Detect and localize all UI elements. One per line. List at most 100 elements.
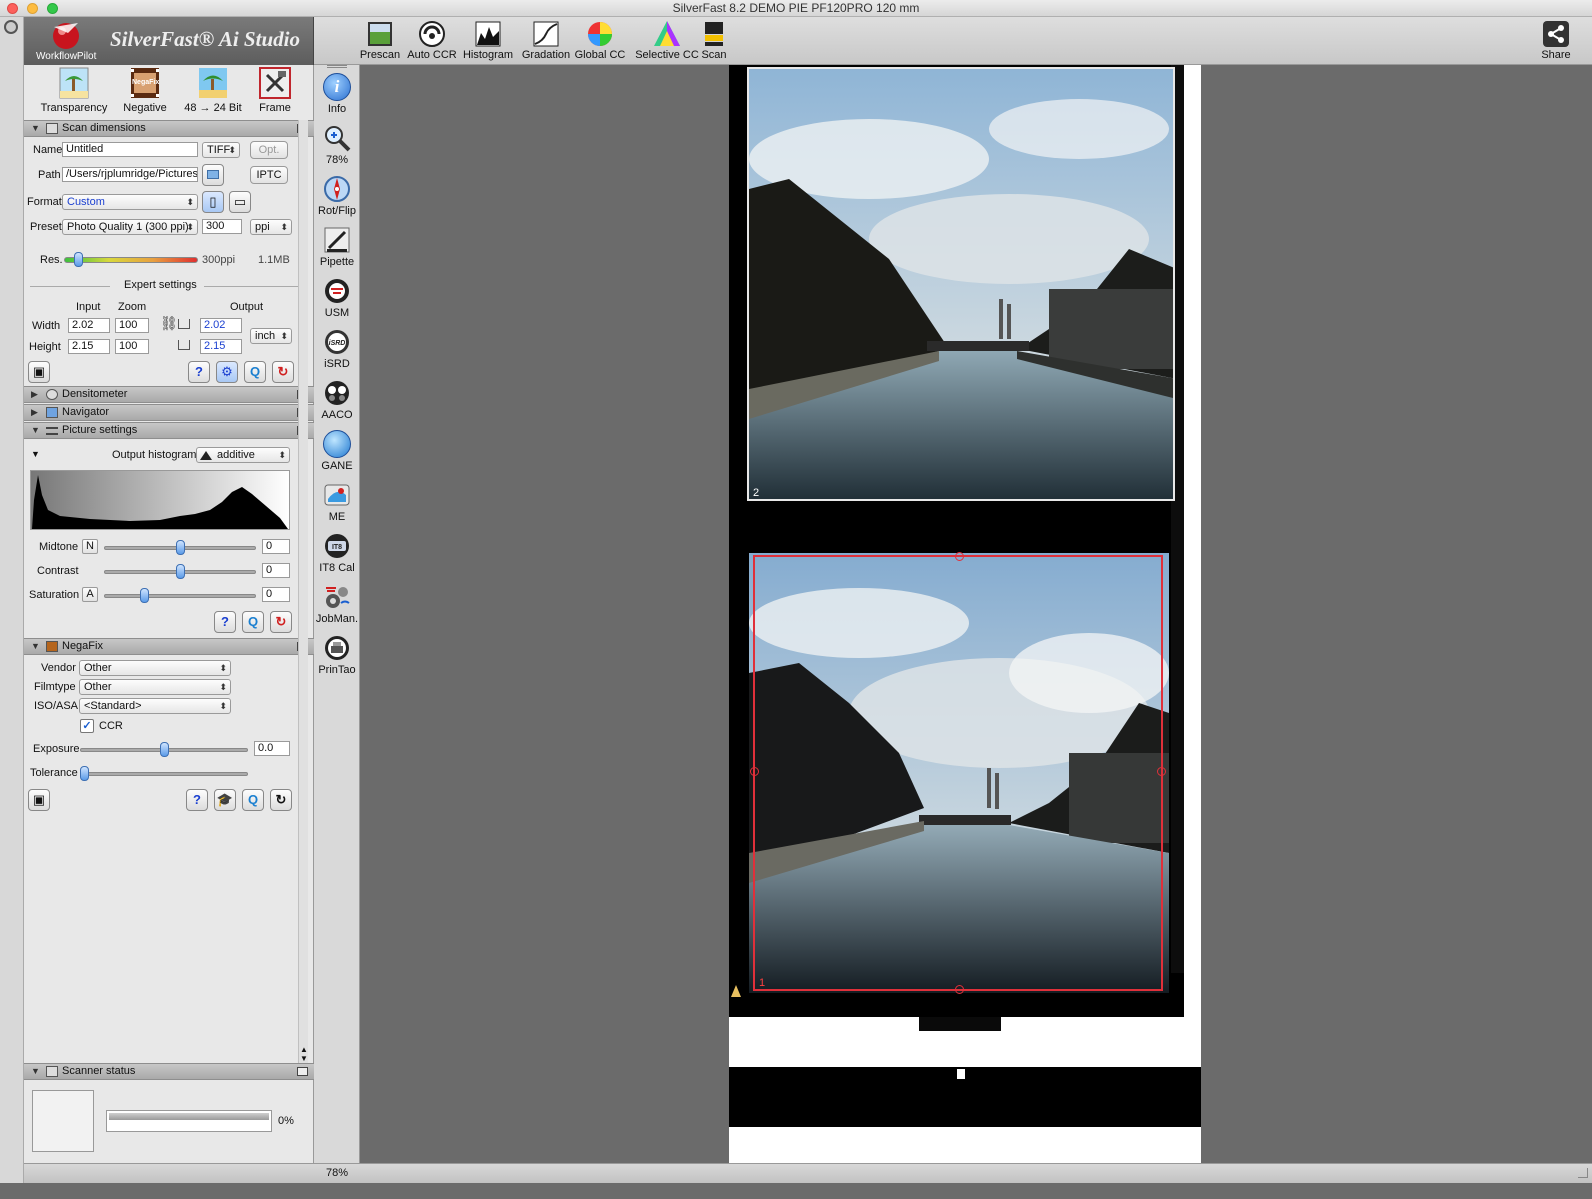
mode-bit-depth-button[interactable]: 48 → 24 Bit: [178, 67, 248, 114]
midtone-neutral-button[interactable]: N: [82, 539, 98, 554]
exposure-slider-knob[interactable]: [159, 742, 169, 757]
selection-handle[interactable]: [1157, 767, 1166, 776]
negafix-help-button[interactable]: ?: [186, 789, 208, 811]
contrast-value-input[interactable]: 0: [262, 563, 290, 578]
file-type-select[interactable]: TIFF: [202, 142, 240, 158]
toolbar-share-button[interactable]: Share: [1524, 19, 1588, 61]
scroll-arrows-icon[interactable]: ▲ ▼: [299, 1045, 309, 1063]
section-densitometer-header[interactable]: ▶ Densitometer: [24, 386, 314, 403]
selection-handle[interactable]: [955, 552, 964, 561]
folder-button[interactable]: [202, 164, 224, 186]
opt-button[interactable]: Opt.: [250, 141, 288, 159]
format-select[interactable]: Custom: [62, 194, 198, 210]
chain-link-icon[interactable]: ⛓: [160, 316, 178, 330]
settings-button[interactable]: ⚙: [216, 361, 238, 383]
unit-select[interactable]: inch: [250, 328, 292, 344]
ppi-input[interactable]: 300: [202, 219, 242, 234]
saturation-auto-button[interactable]: A: [82, 587, 98, 602]
frame-2-image[interactable]: 2: [747, 67, 1175, 501]
section-picture-settings-header[interactable]: ▼ Picture settings: [24, 422, 314, 439]
midtone-value-input[interactable]: 0: [262, 539, 290, 554]
portrait-orientation-button[interactable]: ▯: [202, 191, 224, 213]
picture-help-button[interactable]: ?: [214, 611, 236, 633]
preview-area[interactable]: 2 1: [361, 65, 1592, 1163]
iptc-button[interactable]: IPTC: [250, 166, 288, 184]
midtone-slider-knob[interactable]: [175, 540, 185, 555]
ppi-unit-select[interactable]: ppi: [250, 219, 292, 235]
saturation-slider-knob[interactable]: [139, 588, 149, 603]
reset-button[interactable]: ↻: [272, 361, 294, 383]
filmtype-select[interactable]: Other: [79, 679, 231, 695]
tool-isrd-button[interactable]: iSRD iSRD: [314, 328, 360, 370]
toolbar-histogram-button[interactable]: Histogram: [456, 19, 520, 61]
grip-handle[interactable]: [327, 65, 347, 68]
collapse-triangle-icon[interactable]: ▼: [31, 121, 40, 136]
selection-handle[interactable]: [750, 767, 759, 776]
histogram-options-triangle-icon[interactable]: ▼: [31, 449, 40, 459]
name-input[interactable]: Untitled: [62, 142, 198, 157]
picture-reset-button[interactable]: ↻: [270, 611, 292, 633]
tool-rotate-flip-button[interactable]: Rot/Flip: [314, 175, 360, 217]
toolbar-scan-button[interactable]: Scan: [682, 19, 746, 61]
tool-gane-button[interactable]: GANE: [314, 430, 360, 472]
toolbar-auto-ccr-button[interactable]: Auto CCR: [400, 19, 464, 61]
close-window-button[interactable]: [7, 3, 18, 14]
panel-scrollbar[interactable]: ▲ ▼: [298, 120, 308, 1065]
help-button[interactable]: ?: [188, 361, 210, 383]
ccr-checkbox[interactable]: ✓: [80, 719, 94, 733]
negafix-video-help-button[interactable]: Q: [242, 789, 264, 811]
mode-transparency-button[interactable]: Transparency: [38, 67, 110, 114]
landscape-orientation-button[interactable]: ▭: [229, 191, 251, 213]
tool-usm-button[interactable]: USM: [314, 277, 360, 319]
expand-triangle-icon[interactable]: ▶: [31, 387, 38, 402]
tool-zoom-button[interactable]: 78%: [314, 124, 360, 166]
section-scan-dimensions-header[interactable]: ▼ Scan dimensions: [24, 120, 314, 137]
section-negafix-header[interactable]: ▼ NegaFix: [24, 638, 314, 655]
expand-triangle-icon[interactable]: ▶: [31, 405, 38, 420]
vendor-select[interactable]: Other: [79, 660, 231, 676]
minimize-window-button[interactable]: [27, 3, 38, 14]
zoom-window-button[interactable]: [47, 3, 58, 14]
path-input[interactable]: /Users/rjplumridge/Pictures: [62, 167, 198, 182]
iso-asa-select[interactable]: <Standard>: [79, 698, 231, 714]
lock-width-icon[interactable]: [178, 319, 190, 329]
section-navigator-header[interactable]: ▶ Navigator: [24, 404, 314, 421]
height-input[interactable]: 2.15: [68, 339, 110, 354]
exposure-value-input[interactable]: 0.0: [254, 741, 290, 756]
resize-grip-icon[interactable]: [1578, 1168, 1588, 1178]
mode-negative-button[interactable]: NegaFix Negative: [114, 67, 176, 114]
section-scanner-status-header[interactable]: ▼ Scanner status: [24, 1063, 314, 1080]
height-output-input[interactable]: 2.15: [200, 339, 242, 354]
mode-frame-button[interactable]: Frame: [250, 67, 300, 114]
collapse-triangle-icon[interactable]: ▼: [31, 1064, 40, 1079]
tool-it8-cal-button[interactable]: IT8 IT8 Cal: [314, 532, 360, 574]
resolution-slider-track[interactable]: [64, 257, 198, 263]
width-output-input[interactable]: 2.02: [200, 318, 242, 333]
contrast-slider-knob[interactable]: [175, 564, 185, 579]
tolerance-slider-track[interactable]: [80, 772, 248, 776]
negafix-reset-button[interactable]: ↻: [270, 789, 292, 811]
tool-info-button[interactable]: i Info: [314, 73, 360, 115]
tool-printao-button[interactable]: PrinTao: [314, 634, 360, 676]
collapse-triangle-icon[interactable]: ▼: [31, 639, 40, 654]
negafix-save-button[interactable]: ▣: [28, 789, 50, 811]
workflow-pilot-icon[interactable]: [50, 19, 84, 51]
width-zoom-input[interactable]: 100: [115, 318, 149, 333]
tool-pipette-button[interactable]: Pipette: [314, 226, 360, 268]
save-settings-button[interactable]: ▣: [28, 361, 50, 383]
resolution-slider-knob[interactable]: [74, 252, 83, 267]
gear-icon[interactable]: [4, 20, 18, 34]
tool-jobman-button[interactable]: JobMan.: [314, 583, 360, 625]
lock-height-icon[interactable]: [178, 340, 190, 350]
saturation-slider-track[interactable]: [104, 594, 256, 598]
tool-me-button[interactable]: ME: [314, 481, 360, 523]
selection-frame[interactable]: 1: [750, 552, 1166, 994]
tolerance-slider-knob[interactable]: [80, 766, 89, 781]
saturation-value-input[interactable]: 0: [262, 587, 290, 602]
height-zoom-input[interactable]: 100: [115, 339, 149, 354]
width-input[interactable]: 2.02: [68, 318, 110, 333]
toolbar-global-cc-button[interactable]: Global CC: [568, 19, 632, 61]
collapse-triangle-icon[interactable]: ▼: [31, 423, 40, 438]
tool-aaco-button[interactable]: AACO: [314, 379, 360, 421]
popout-icon[interactable]: [297, 1067, 308, 1076]
